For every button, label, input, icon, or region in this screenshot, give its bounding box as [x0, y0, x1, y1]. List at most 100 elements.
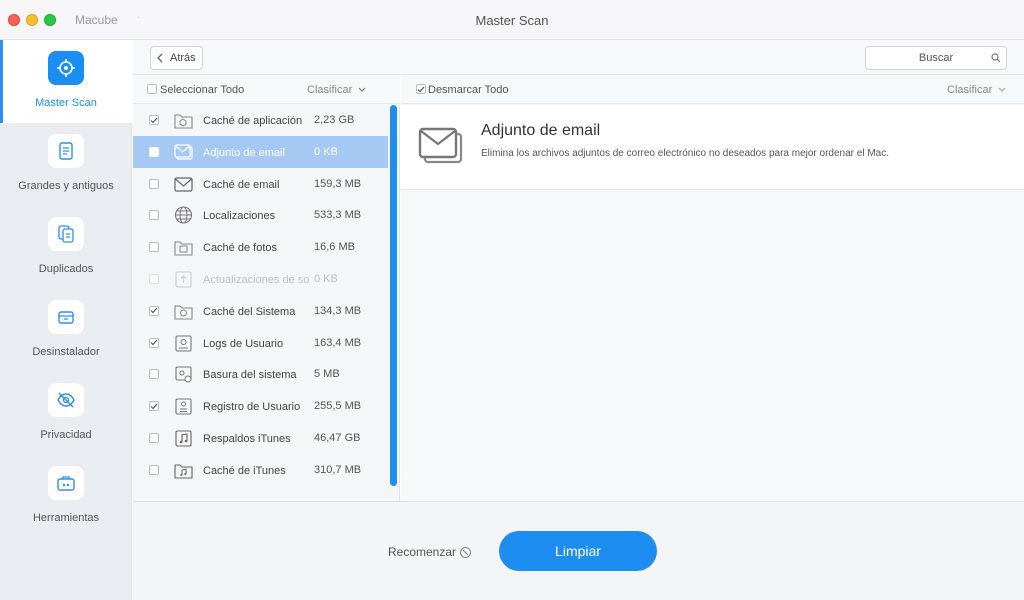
sidebar-item-label: Desinstalador: [32, 346, 100, 358]
deselect-all-checkbox[interactable]: [416, 84, 426, 94]
row-checkbox[interactable]: [149, 369, 159, 380]
deselect-all-label[interactable]: Desmarcar Todo: [428, 84, 509, 96]
restart-label: Recomenzar: [388, 545, 457, 559]
system-cache-icon: [174, 305, 193, 320]
box-icon: [48, 300, 84, 334]
search-icon: [991, 53, 1001, 63]
mail-icon: [174, 176, 193, 192]
search-placeholder: Buscar: [918, 52, 954, 64]
back-button[interactable]: Atrás: [150, 46, 203, 70]
detail-panel: Desmarcar Todo Clasificar Adjunto de ema…: [401, 75, 1024, 501]
row-checkbox[interactable]: [149, 178, 159, 189]
sidebar-item-duplicates[interactable]: Duplicados: [0, 206, 132, 289]
sidebar-item-label: Duplicados: [38, 263, 94, 275]
row-name: Respaldos iTunes: [203, 433, 291, 445]
itunes-cache-icon: [174, 464, 193, 479]
target-icon: [48, 51, 84, 85]
detail-header: Desmarcar Todo Clasificar: [401, 75, 1024, 104]
sidebar-item-label: Privacidad: [40, 429, 92, 441]
chevron-left-icon: [157, 53, 163, 63]
list-item[interactable]: Logs de Usuario 163,4 MB: [133, 327, 388, 359]
list-item[interactable]: Caché del Sistema 134,3 MB: [133, 295, 388, 327]
list-item[interactable]: Localizaciones 533,3 MB: [133, 199, 388, 231]
row-size: 310,7 MB: [314, 463, 362, 476]
list-scrollbar[interactable]: [390, 105, 397, 486]
sidebar-item-large-old[interactable]: Grandes y antiguos: [0, 123, 132, 206]
sidebar-item-uninstaller[interactable]: Desinstalador: [0, 289, 132, 372]
row-size: 5 MB: [314, 368, 340, 381]
checkmark-icon: [150, 403, 158, 410]
clean-button[interactable]: Limpiar: [499, 531, 657, 571]
row-name: Caché del Sistema: [203, 305, 296, 318]
row-name: Actualizaciones de so: [203, 274, 309, 286]
update-icon: [175, 271, 192, 288]
row-size: 163,4 MB: [314, 336, 362, 349]
sidebar-item-master-scan[interactable]: Master Scan: [0, 40, 132, 123]
toolbox-icon: [48, 466, 84, 500]
window-title: Master Scan: [475, 13, 549, 28]
app-cache-icon: [174, 114, 193, 129]
list-item[interactable]: Caché de aplicación 2,23 GB: [133, 104, 388, 136]
row-size: 0 KB: [314, 145, 338, 158]
title-bar: Macube · Master Scan: [0, 0, 1024, 40]
eye-slash-icon: [48, 383, 84, 417]
chevron-down-icon: [998, 87, 1006, 92]
row-checkbox[interactable]: [149, 464, 159, 475]
category-list-panel: Seleccionar Todo Clasificar Caché de apl…: [133, 75, 400, 501]
row-size: 16,6 MB: [314, 241, 355, 254]
row-checkbox[interactable]: [149, 305, 159, 316]
row-size: 134,3 MB: [314, 304, 362, 317]
row-checkbox[interactable]: [149, 115, 159, 125]
row-name: Logs de Usuario: [203, 337, 284, 350]
detail-sort-label: Clasificar: [947, 84, 993, 96]
list-item[interactable]: Caché de email 159,3 MB: [133, 168, 388, 200]
chevron-down-icon: [358, 87, 366, 92]
row-size: 2,23 GB: [314, 114, 355, 126]
row-size: 46,47 GB: [314, 432, 361, 444]
row-checkbox[interactable]: [149, 433, 159, 443]
select-all-label[interactable]: Seleccionar Todo: [160, 84, 244, 96]
search-input[interactable]: Buscar: [865, 46, 1007, 70]
row-name: Caché de fotos: [203, 242, 277, 255]
row-checkbox[interactable]: [149, 210, 159, 221]
sort-dropdown[interactable]: Clasificar: [307, 84, 366, 96]
restart-button[interactable]: Recomenzar: [388, 545, 472, 559]
select-all-checkbox[interactable]: [147, 84, 157, 94]
back-label: Atrás: [170, 52, 196, 64]
row-checkbox[interactable]: [149, 337, 159, 348]
mail-attachment-icon: [174, 144, 193, 160]
photo-cache-icon: [174, 241, 193, 256]
list-header: Seleccionar Todo Clasificar: [133, 75, 400, 104]
row-name: Caché de aplicación: [203, 115, 303, 127]
list-item[interactable]: Adjunto de email 0 KB: [133, 135, 388, 168]
detail-description: Elimina los archivos adjuntos de correo …: [481, 148, 889, 159]
sidebar-item-privacy[interactable]: Privacidad: [0, 372, 132, 455]
footer-bar: Recomenzar Limpiar: [133, 501, 1024, 600]
itunes-backup-icon: [175, 430, 192, 447]
list-item[interactable]: Basura del sistema 5 MB: [133, 358, 388, 390]
list-item[interactable]: Actualizaciones de so 0 KB: [133, 263, 388, 295]
row-checkbox[interactable]: [149, 242, 159, 253]
row-name: Registro de Usuario: [203, 401, 301, 414]
list-item[interactable]: Caché de fotos 16,6 MB: [133, 231, 388, 263]
list-item[interactable]: Caché de iTunes 310,7 MB: [133, 454, 388, 486]
list-item[interactable]: Registro de Usuario 255,5 MB: [133, 390, 388, 422]
sidebar: Master Scan Grandes y antiguos Duplicado…: [0, 40, 132, 600]
list-item[interactable]: Respaldos iTunes 46,47 GB: [133, 422, 388, 454]
sidebar-item-label: Master Scan: [35, 97, 97, 109]
row-checkbox[interactable]: [149, 401, 159, 412]
detail-sort-dropdown[interactable]: Clasificar: [947, 84, 1006, 96]
row-name: Adjunto de email: [203, 146, 285, 159]
sidebar-item-label: Grandes y antiguos: [18, 180, 114, 192]
row-checkbox[interactable]: [149, 274, 159, 284]
detail-title: Adjunto de email: [481, 122, 601, 139]
checkmark-icon: [150, 307, 158, 314]
row-name: Basura del sistema: [203, 369, 297, 382]
row-size: 255,5 MB: [314, 400, 362, 413]
sidebar-item-tools[interactable]: Herramientas: [0, 455, 132, 538]
row-name: Localizaciones: [203, 210, 276, 223]
system-junk-icon: [175, 366, 192, 383]
checkmark-icon: [417, 86, 425, 92]
row-checkbox[interactable]: [149, 146, 159, 157]
document-icon: [48, 134, 84, 168]
